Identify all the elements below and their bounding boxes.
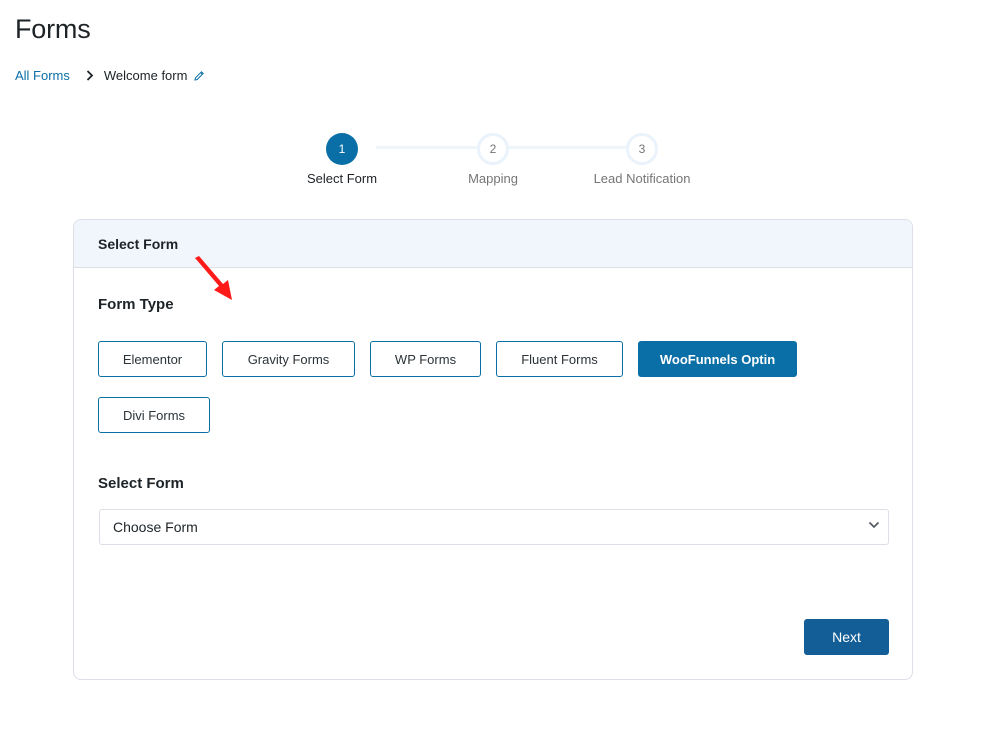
- form-type-elementor-button[interactable]: Elementor: [98, 341, 207, 377]
- form-type-divi-forms-button[interactable]: Divi Forms: [98, 397, 210, 433]
- form-type-fluent-forms-button[interactable]: Fluent Forms: [496, 341, 623, 377]
- step-label: Select Form: [306, 171, 378, 186]
- form-type-wp-forms-button[interactable]: WP Forms: [370, 341, 481, 377]
- step-number: 2: [477, 133, 509, 165]
- stepper: 1 Select Form 2 Mapping 3 Lead Notificat…: [290, 133, 710, 193]
- next-button[interactable]: Next: [804, 619, 889, 655]
- breadcrumb-current: Welcome form: [103, 68, 188, 83]
- chevron-right-icon: [86, 70, 94, 81]
- page-title: Forms: [15, 14, 91, 44]
- step-lead-notification: 3 Lead Notification: [572, 133, 712, 186]
- form-type-gravity-forms-button[interactable]: Gravity Forms: [222, 341, 355, 377]
- step-number: 3: [626, 133, 658, 165]
- page: Forms All Forms Welcome form 1 Select Fo…: [0, 0, 987, 730]
- select-form-label: Select Form: [98, 475, 184, 492]
- step-label: Lead Notification: [593, 171, 691, 186]
- chevron-down-icon: [868, 521, 880, 529]
- step-label: Mapping: [468, 171, 518, 186]
- pencil-icon[interactable]: [193, 70, 205, 82]
- choose-form-value: Choose Form: [113, 519, 198, 535]
- step-number: 1: [326, 133, 358, 165]
- annotation-arrow-icon: [192, 256, 236, 309]
- breadcrumb-all-forms-link[interactable]: All Forms: [15, 68, 70, 83]
- choose-form-select[interactable]: Choose Form: [99, 509, 889, 545]
- form-type-label: Form Type: [98, 296, 174, 313]
- step-mapping: 2 Mapping: [423, 133, 563, 186]
- breadcrumb: All Forms Welcome form: [15, 68, 205, 83]
- form-type-woofunnels-optin-button[interactable]: WooFunnels Optin: [638, 341, 797, 377]
- step-select-form: 1 Select Form: [272, 133, 412, 186]
